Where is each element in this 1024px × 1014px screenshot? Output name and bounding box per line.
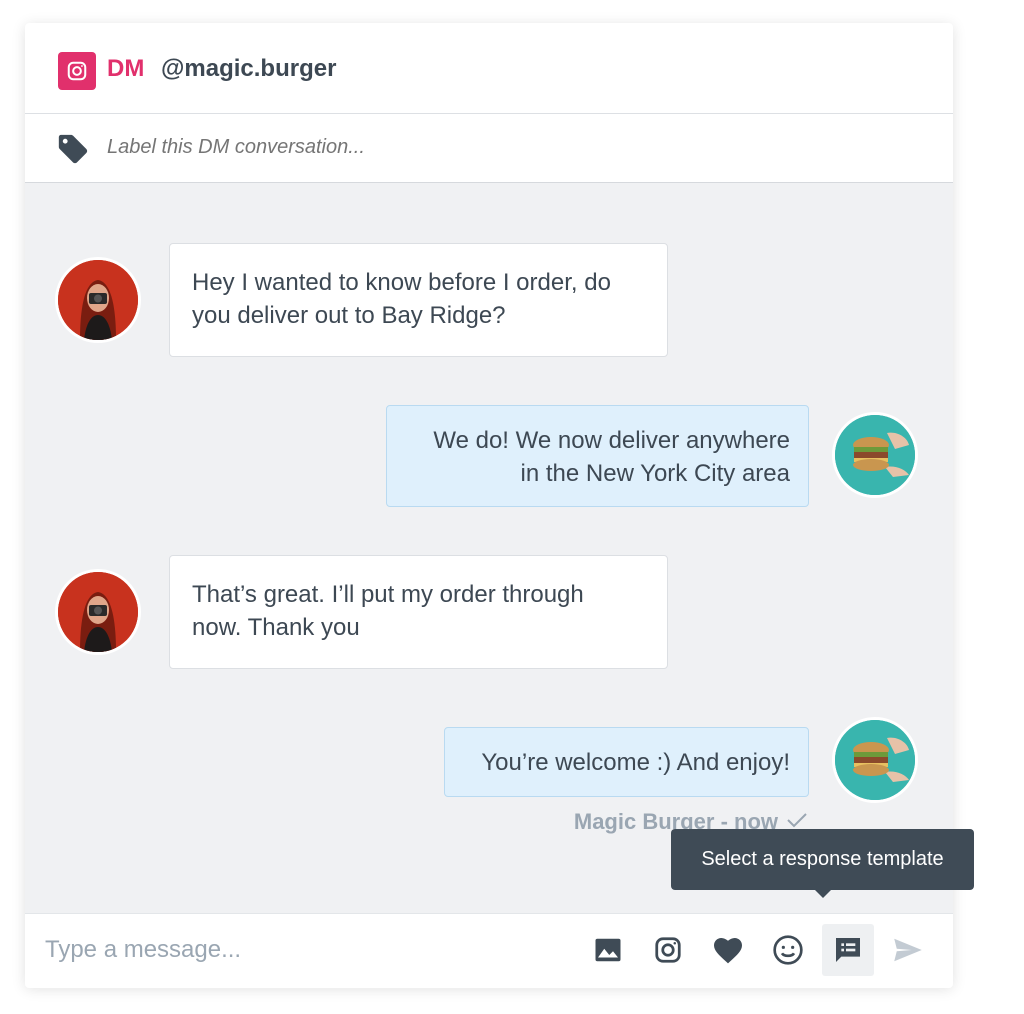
message-text-line: in the New York City area (520, 460, 790, 487)
channel-label: DM (107, 55, 145, 82)
customer-avatar (55, 569, 141, 655)
emoji-icon[interactable] (762, 924, 814, 976)
tooltip-text: Select a response template (701, 848, 944, 870)
outgoing-message-bubble: You’re welcome :) And enjoy! (444, 727, 809, 797)
conversation-label-input[interactable] (107, 136, 707, 159)
send-icon[interactable] (882, 924, 934, 976)
response-template-tooltip: Select a response template (671, 829, 974, 898)
tag-icon (56, 132, 90, 171)
label-bar (25, 114, 953, 183)
instagram-icon (58, 52, 96, 90)
message-text-line: You’re welcome :) And enjoy! (481, 749, 790, 776)
response-template-icon[interactable] (822, 924, 874, 976)
brand-avatar (832, 717, 918, 803)
message-text-line: We do! We now deliver anywhere (433, 427, 790, 454)
message-text-line: you deliver out to Bay Ridge? (192, 302, 506, 329)
message-input[interactable] (45, 936, 525, 964)
conversation-header: DM @magic.burger (25, 23, 953, 114)
image-icon[interactable] (582, 924, 634, 976)
account-handle: @magic.burger (161, 55, 337, 82)
incoming-message-bubble: That’s great. I’ll put my order through … (169, 555, 668, 669)
customer-avatar (55, 257, 141, 343)
heart-icon[interactable] (702, 924, 754, 976)
message-composer (25, 913, 953, 988)
message-text-line: now. Thank you (192, 614, 360, 641)
brand-avatar (832, 412, 918, 498)
outgoing-message-bubble: We do! We now deliver anywhere in the Ne… (386, 405, 809, 507)
incoming-message-bubble: Hey I wanted to know before I order, do … (169, 243, 668, 357)
message-text-line: That’s great. I’ll put my order through (192, 581, 584, 608)
message-text-line: Hey I wanted to know before I order, do (192, 269, 611, 296)
instagram-icon[interactable] (642, 924, 694, 976)
